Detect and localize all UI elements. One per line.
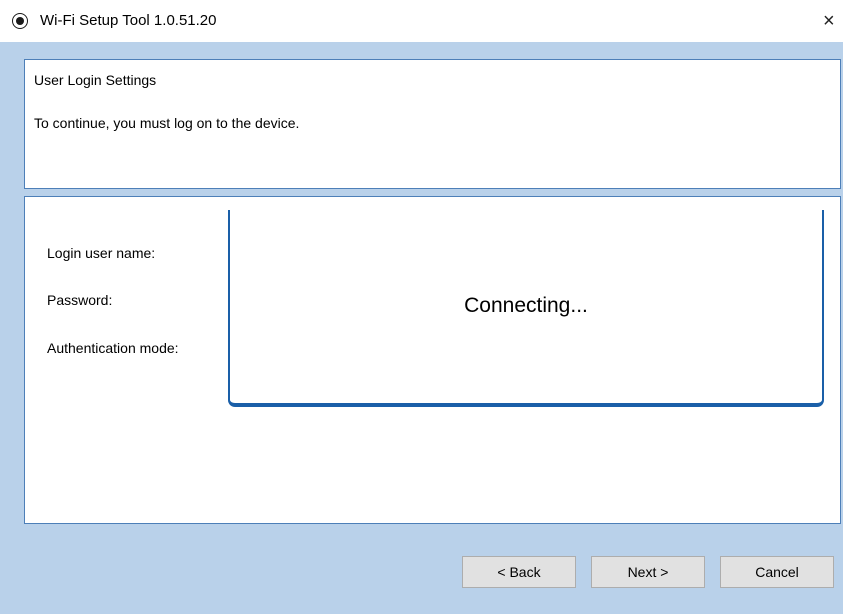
window-client-area: User Login Settings To continue, you mus…	[0, 42, 843, 614]
next-button[interactable]: Next >	[591, 556, 705, 588]
authentication-mode-label: Authentication mode:	[47, 340, 179, 356]
app-icon	[12, 13, 28, 29]
header-panel: User Login Settings To continue, you mus…	[24, 59, 841, 189]
close-icon[interactable]: ×	[823, 6, 843, 36]
page-description: To continue, you must log on to the devi…	[34, 115, 300, 131]
cancel-button[interactable]: Cancel	[720, 556, 834, 588]
title-bar: Wi-Fi Setup Tool 1.0.51.20 ×	[0, 0, 843, 42]
password-label: Password:	[47, 292, 113, 308]
connecting-message: Connecting...	[464, 294, 588, 317]
login-form-panel: Login user name: Password: Authenticatio…	[24, 196, 841, 524]
page-title: User Login Settings	[34, 72, 157, 88]
window-title: Wi-Fi Setup Tool 1.0.51.20	[40, 12, 217, 29]
connecting-dialog: Connecting...	[228, 210, 824, 407]
login-user-name-label: Login user name:	[47, 245, 156, 261]
back-button[interactable]: < Back	[462, 556, 576, 588]
